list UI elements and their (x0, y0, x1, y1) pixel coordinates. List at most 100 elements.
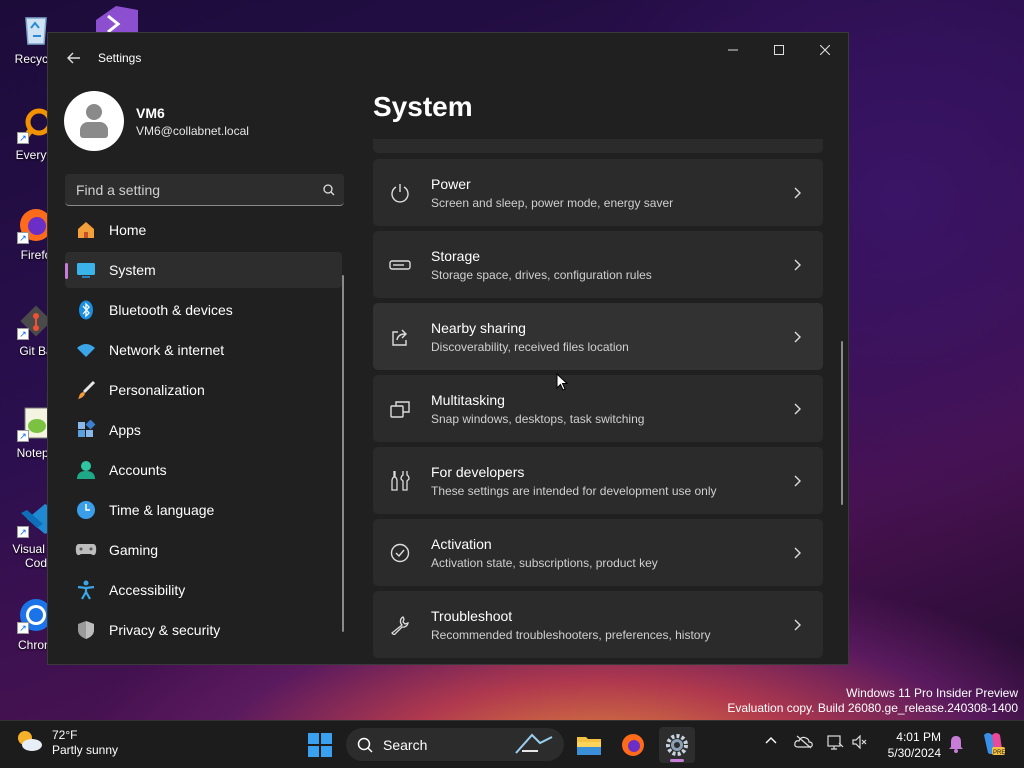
system-icon (75, 259, 97, 281)
tray-network[interactable] (826, 735, 844, 751)
shortcut-arrow-icon: ↗ (17, 328, 29, 340)
show-hidden-icons-button[interactable] (764, 735, 778, 745)
nav-item-accounts[interactable]: Accounts (65, 452, 342, 488)
power-icon (388, 181, 412, 205)
copilot-button[interactable]: PRE (978, 731, 1006, 757)
developer-tools-icon (388, 469, 412, 493)
taskbar-file-explorer[interactable] (571, 727, 607, 763)
shortcut-arrow-icon: ↗ (17, 526, 29, 538)
svg-text:PRE: PRE (993, 750, 1005, 756)
tray-volume[interactable] (852, 735, 868, 749)
chevron-right-icon (789, 187, 805, 199)
minimize-icon (728, 49, 738, 51)
nav-item-privacy-security[interactable]: Privacy & security (65, 612, 342, 648)
nav-item-system[interactable]: System (65, 252, 342, 288)
window-title: Settings (98, 51, 142, 65)
bell-icon (949, 736, 963, 753)
mouse-cursor-icon (556, 372, 569, 396)
shield-icon (75, 619, 97, 641)
clock[interactable]: 4:01 PM 5/30/2024 (877, 729, 941, 761)
back-button[interactable] (64, 48, 84, 68)
user-profile[interactable]: VM6 VM6@collabnet.local (64, 91, 249, 151)
settings-search-box[interactable] (65, 174, 344, 206)
search-icon (357, 737, 373, 753)
avatar (64, 91, 124, 151)
settings-window: Settings VM6 VM6@collabnet.local Find a … (47, 32, 849, 665)
chevron-up-icon (765, 737, 777, 744)
wrench-icon (388, 613, 412, 637)
volume-muted-icon (852, 735, 867, 749)
nav-list: Home System Bluetooth & devices Network … (65, 208, 342, 648)
card-power[interactable]: Power Screen and sleep, power mode, ener… (373, 159, 823, 226)
nav-item-personalization[interactable]: Personalization (65, 372, 342, 408)
card-for-developers[interactable]: For developers These settings are intend… (373, 447, 823, 514)
windows-logo-icon (308, 733, 332, 757)
sidebar-scrollbar[interactable] (342, 275, 344, 632)
partial-card[interactable] (373, 139, 823, 153)
maximize-icon (774, 45, 784, 55)
shortcut-arrow-icon: ↗ (17, 232, 29, 244)
accounts-icon (75, 459, 97, 481)
search-highlight-icon (512, 731, 556, 762)
minimize-button[interactable] (710, 33, 756, 67)
taskbar-settings[interactable] (659, 727, 695, 763)
main-content: System Power Screen and sleep, power mod… (373, 83, 848, 664)
taskbar: 72°F Partly sunny Search 4:01 PM 5/30/20… (0, 720, 1024, 768)
profile-email: VM6@collabnet.local (136, 123, 249, 138)
nav-item-network[interactable]: Network & internet (65, 332, 342, 368)
title-bar[interactable]: Settings (48, 33, 848, 83)
chevron-right-icon (789, 475, 805, 487)
card-storage[interactable]: Storage Storage space, drives, configura… (373, 231, 823, 298)
start-button[interactable] (307, 732, 333, 763)
multitasking-icon (388, 397, 412, 421)
shortcut-arrow-icon: ↗ (17, 132, 29, 144)
card-multitasking[interactable]: Multitasking Snap windows, desktops, tas… (373, 375, 823, 442)
folder-icon (577, 737, 601, 755)
chevron-right-icon (789, 547, 805, 559)
gear-icon (666, 734, 688, 756)
weather-desc: Partly sunny (52, 742, 119, 757)
tray-onedrive[interactable] (794, 735, 814, 749)
main-scrollbar[interactable] (841, 341, 843, 505)
back-arrow-icon (67, 52, 80, 64)
shortcut-arrow-icon: ↗ (17, 622, 29, 634)
shortcut-arrow-icon: ↗ (17, 430, 29, 442)
accessibility-icon (75, 579, 97, 601)
bluetooth-icon (75, 299, 97, 321)
nav-item-gaming[interactable]: Gaming (65, 532, 342, 568)
search-icon[interactable] (314, 183, 344, 196)
page-title: System (373, 91, 473, 122)
card-nearby-sharing[interactable]: Nearby sharing Discoverability, received… (373, 303, 823, 370)
maximize-button[interactable] (756, 33, 802, 67)
taskbar-search[interactable]: Search (346, 728, 564, 761)
card-troubleshoot[interactable]: Troubleshoot Recommended troubleshooters… (373, 591, 823, 658)
gaming-icon (75, 539, 97, 561)
nav-item-apps[interactable]: Apps (65, 412, 342, 448)
taskbar-firefox[interactable] (615, 727, 651, 763)
share-icon (388, 325, 412, 349)
checkmark-circle-icon (388, 541, 412, 565)
time-language-icon (75, 499, 97, 521)
card-activation[interactable]: Activation Activation state, subscriptio… (373, 519, 823, 586)
weather-temp: 72°F (52, 727, 78, 742)
notifications-button[interactable] (948, 735, 964, 753)
home-icon (75, 219, 97, 241)
chevron-right-icon (789, 403, 805, 415)
nav-item-bluetooth[interactable]: Bluetooth & devices (65, 292, 342, 328)
search-input[interactable] (65, 181, 314, 198)
close-button[interactable] (802, 33, 848, 67)
clock-date: 5/30/2024 (887, 746, 941, 760)
chevron-right-icon (789, 619, 805, 631)
nav-item-accessibility[interactable]: Accessibility (65, 572, 342, 608)
chevron-right-icon (789, 331, 805, 343)
close-icon (820, 45, 830, 55)
wifi-icon (75, 339, 97, 361)
network-icon (827, 735, 844, 750)
clock-time: 4:01 PM (896, 730, 941, 744)
copilot-icon: PRE (984, 733, 1005, 756)
settings-card-list: Power Screen and sleep, power mode, ener… (373, 159, 823, 663)
storage-icon (388, 253, 412, 277)
weather-widget[interactable]: 72°F Partly sunny (14, 727, 118, 758)
nav-item-time-language[interactable]: Time & language (65, 492, 342, 528)
nav-item-home[interactable]: Home (65, 212, 342, 248)
